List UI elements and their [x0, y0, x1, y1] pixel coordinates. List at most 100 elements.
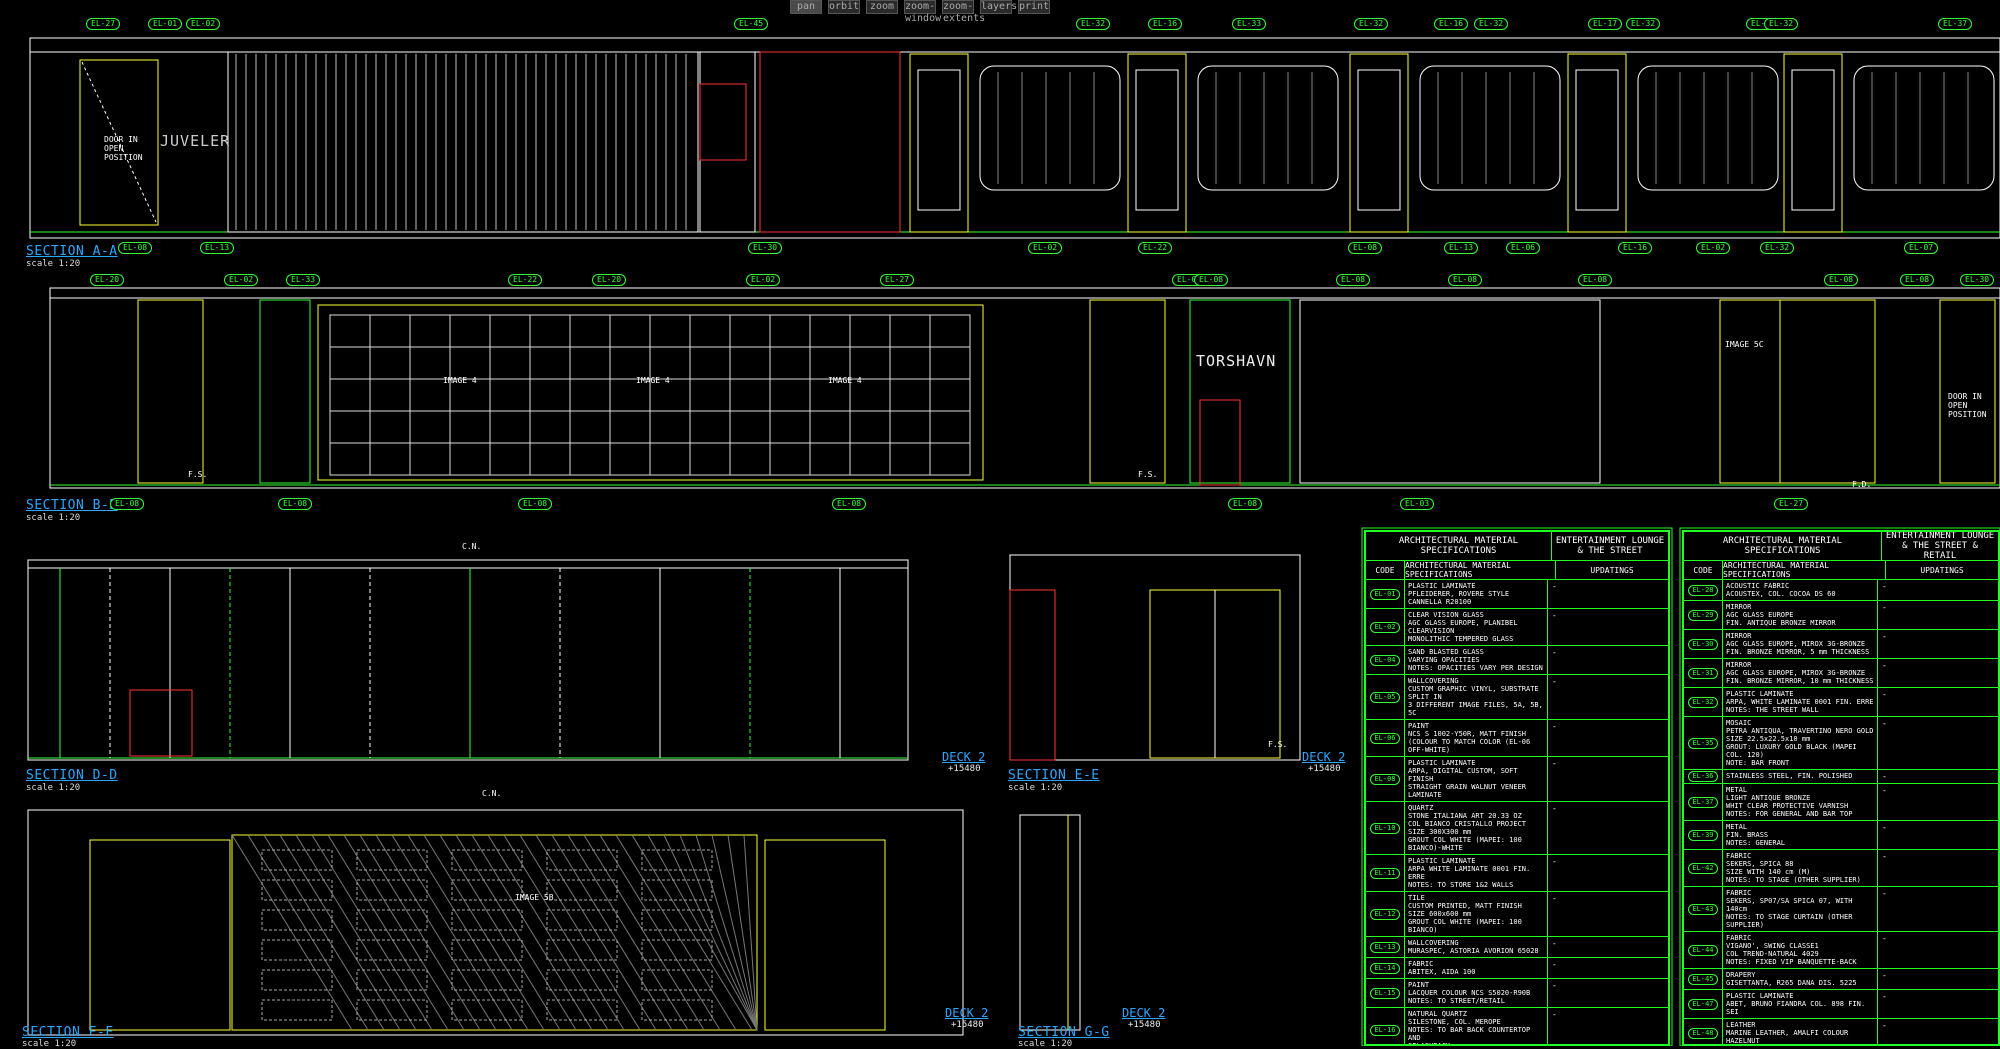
spec-code-cell: EL-48 — [1684, 1019, 1723, 1044]
spec-description: PLASTIC LAMINATE ABET, BRUNO FIANDRA COL… — [1723, 990, 1878, 1018]
spec-code-cell: EL-10 — [1366, 802, 1405, 854]
element-tag: EL-16 — [1618, 242, 1653, 254]
spec-code: EL-39 — [1688, 829, 1718, 841]
spec-code: EL-42 — [1688, 862, 1718, 874]
spec-table-1-rows: EL-01 PLASTIC LAMINATE PFLEIDERER, ROVERE… — [1366, 580, 1668, 1044]
spec-updating: - — [1882, 603, 1887, 612]
spec-row: EL-37 METAL LIGHT ANTIQUE BRONZE WHIT CLE… — [1684, 784, 1998, 821]
element-tag: EL-27 — [1774, 498, 1809, 510]
spec-code: EL-45 — [1688, 973, 1718, 985]
spec-code-cell: EL-39 — [1684, 821, 1723, 849]
spec-row: EL-13 WALLCOVERING MURASPEC, ASTORIA AVOR… — [1366, 937, 1668, 958]
torshavn-sign: TORSHAVN — [1196, 352, 1277, 370]
door-open-label-b: DOOR IN OPEN POSITION — [1948, 392, 1987, 419]
spec-code: EL-14 — [1370, 962, 1400, 974]
section-title-b: SECTION B-B — [26, 498, 118, 513]
spec-updating: - — [1882, 1021, 1887, 1030]
spec-description: LEATHER MARINE LEATHER, AMALFI COLOUR HA… — [1723, 1019, 1878, 1044]
deck-label-g: DECK 2 — [1122, 1006, 1166, 1020]
spec-code: EL-28 — [1688, 584, 1718, 596]
spec-code: EL-06 — [1370, 732, 1400, 744]
spec-row: EL-29 MIRROR AGC GLASS EUROPE FIN. ANTIQU… — [1684, 601, 1998, 630]
spec-code-cell: EL-13 — [1366, 937, 1405, 957]
section-scale-b: scale 1:20 — [26, 513, 81, 523]
spec-code: EL-01 — [1370, 588, 1400, 600]
deck-level-g: +15480 — [1128, 1020, 1161, 1030]
spec-row: EL-14 FABRIC ABITEX, AIDA 100- — [1366, 958, 1668, 979]
spec-description: PLASTIC LAMINATE PFLEIDERER, ROVERE STYL… — [1405, 580, 1548, 608]
spec-code: EL-30 — [1688, 638, 1718, 650]
spec-updating: - — [1882, 690, 1887, 699]
element-tag: EL-08 — [1348, 242, 1383, 254]
spec-table-2: ARCHITECTURAL MATERIAL SPECIFICATIONS EN… — [1682, 530, 2000, 1046]
spec-row: EL-42 FABRIC SEKERS, SPICA 88 SIZE WITH 1… — [1684, 850, 1998, 887]
spec-description: PAINT NCS S 1002-Y50R, MATT FINISH (COLO… — [1405, 720, 1548, 756]
image4-label-c: IMAGE 4 — [828, 376, 862, 385]
image4-label-a: IMAGE 4 — [443, 376, 477, 385]
spec-row: EL-28 ACOUSTIC FABRIC ACOUSTEX, COL. COCO… — [1684, 580, 1998, 601]
spec-row: EL-01 PLASTIC LAMINATE PFLEIDERER, ROVERE… — [1366, 580, 1668, 609]
spec-code-cell: EL-31 — [1684, 659, 1723, 687]
spec-description: FABRIC VIGANO', SWING CLASSE1 COL TREND-… — [1723, 932, 1878, 968]
spec-row: EL-04 SAND BLASTED GLASS VARYING OPACITIE… — [1366, 646, 1668, 675]
deck-label-f: DECK 2 — [945, 1006, 989, 1020]
fs-label-3: F.S. — [1268, 740, 1288, 749]
spec-code: EL-10 — [1370, 822, 1400, 834]
element-tag: EL-20 — [592, 274, 627, 286]
spec-updating: - — [1552, 981, 1557, 990]
spec-row: EL-35 MOSAIC PETRA ANTIQUA, TRAVERTINO NE… — [1684, 717, 1998, 770]
section-title-f: SECTION F-F — [22, 1025, 114, 1040]
spec-code: EL-47 — [1688, 998, 1718, 1010]
jeweler-sign: JUVELER — [160, 132, 231, 150]
spec-row: EL-10 QUARTZ STONE ITALIANA ART 20.33 OZ … — [1366, 802, 1668, 855]
spec-updating: - — [1882, 852, 1887, 861]
spec-code-cell: EL-47 — [1684, 990, 1723, 1018]
spec-updating: - — [1882, 719, 1887, 728]
spec-row: EL-08 PLASTIC LAMINATE ARPA, DIGITAL CUST… — [1366, 757, 1668, 802]
spec-table-1-col-spec: ARCHITECTURAL MATERIAL SPECIFICATIONS — [1405, 561, 1556, 579]
spec-row: EL-43 FABRIC SEKERS, SP07/SA SPICA 07, WI… — [1684, 887, 1998, 932]
spec-code-cell: EL-32 — [1684, 688, 1723, 716]
spec-row: EL-15 PAINT LACQUER COLOUR NCS S5020-R90B… — [1366, 979, 1668, 1008]
element-tag: EL-08 — [1194, 274, 1229, 286]
spec-code-cell: EL-06 — [1366, 720, 1405, 756]
door-open-label-a: DOOR IN OPEN POSITION — [104, 135, 143, 162]
element-tag: EL-22 — [508, 274, 543, 286]
element-tag: EL-08 — [278, 498, 313, 510]
element-tag: EL-22 — [1138, 242, 1173, 254]
spec-updating: - — [1882, 934, 1887, 943]
element-tag: EL-08 — [110, 498, 145, 510]
spec-code-cell: EL-45 — [1684, 969, 1723, 989]
spec-description: PLASTIC LAMINATE ARPA, DIGITAL CUSTOM, S… — [1405, 757, 1548, 801]
element-tag: EL-03 — [1400, 498, 1435, 510]
spec-code: EL-48 — [1688, 1027, 1718, 1039]
spec-updating: - — [1882, 582, 1887, 591]
deck-level-e: +15480 — [1308, 764, 1341, 774]
spec-row: EL-06 PAINT NCS S 1002-Y50R, MATT FINISH … — [1366, 720, 1668, 757]
spec-table-1-title: ARCHITECTURAL MATERIAL SPECIFICATIONS — [1366, 532, 1552, 560]
spec-description: WALLCOVERING CUSTOM GRAPHIC VINYL, SUBST… — [1405, 675, 1548, 719]
spec-table-2-rows: EL-28 ACOUSTIC FABRIC ACOUSTEX, COL. COCO… — [1684, 580, 1998, 1044]
spec-description: PAINT LACQUER COLOUR NCS S5020-R90B NOTE… — [1405, 979, 1548, 1007]
spec-code: EL-36 — [1688, 771, 1718, 782]
spec-table-2-area: ENTERTAINMENT LOUNGE & THE STREET & RETA… — [1885, 531, 1995, 561]
spec-code: EL-15 — [1370, 987, 1400, 999]
spec-table-2-col-code: CODE — [1684, 561, 1723, 579]
element-tag: EL-02 — [1696, 242, 1731, 254]
spec-description: MIRROR AGC GLASS EUROPE FIN. ANTIQUE BRO… — [1723, 601, 1878, 629]
spec-code: EL-43 — [1688, 903, 1718, 915]
element-tag: EL-27 — [880, 274, 915, 286]
spec-updating: - — [1552, 960, 1557, 969]
spec-table-1-col-code: CODE — [1366, 561, 1405, 579]
spec-table-1-col-updatings: UPDATINGS — [1590, 565, 1634, 575]
spec-updating: - — [1552, 722, 1557, 731]
spec-code-cell: EL-14 — [1366, 958, 1405, 978]
section-title-a: SECTION A-A — [26, 244, 118, 259]
spec-description: ACOUSTIC FABRIC ACOUSTEX, COL. COCOA DS … — [1723, 580, 1878, 600]
fs-label-1: F.S. — [188, 470, 208, 479]
spec-code: EL-04 — [1370, 654, 1400, 666]
section-scale-e: scale 1:20 — [1008, 783, 1063, 793]
spec-code: EL-02 — [1370, 621, 1400, 633]
element-tag: EL-13 — [200, 242, 235, 254]
spec-table-1-area: ENTERTAINMENT LOUNGE & THE STREET — [1555, 536, 1665, 556]
